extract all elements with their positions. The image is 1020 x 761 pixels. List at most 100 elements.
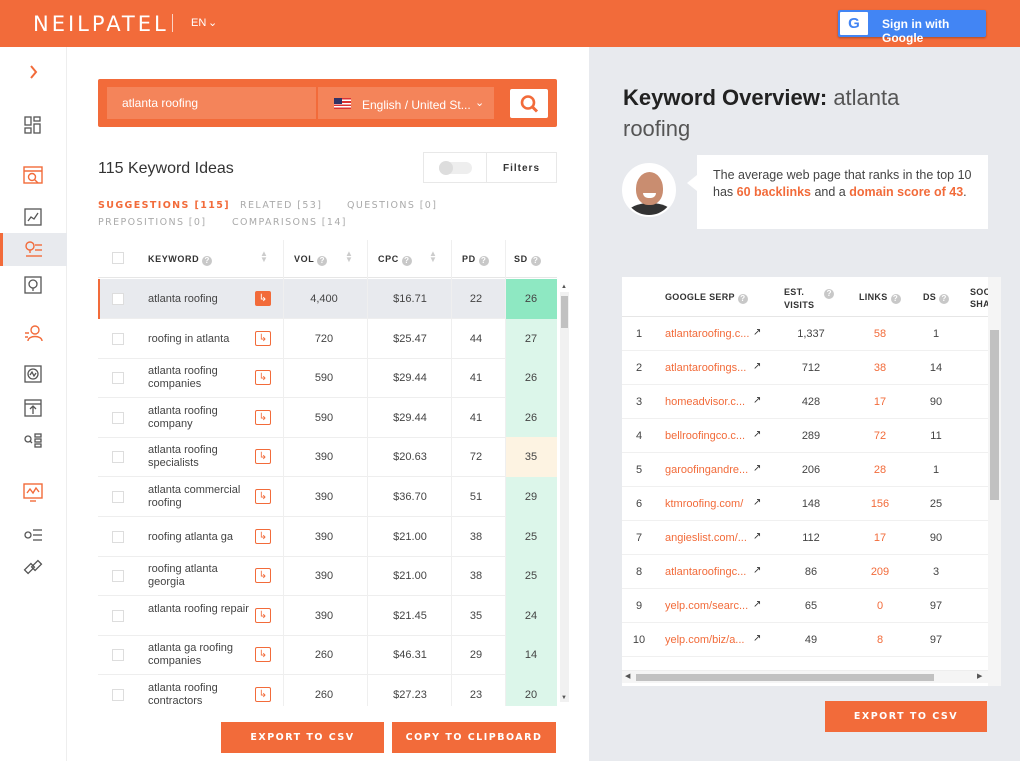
expand-chevron-icon[interactable]: [22, 61, 44, 83]
table-row[interactable]: atlanta roofing company ↳ 590 $29.44 41 26: [98, 397, 557, 438]
arrow-right-icon[interactable]: ↳: [255, 409, 271, 425]
chevron-down-icon[interactable]: ⌄: [208, 16, 217, 29]
row-checkbox[interactable]: [112, 411, 124, 424]
help-icon[interactable]: ?: [401, 256, 412, 266]
serp-url-link[interactable]: atlantaroofing.c...: [665, 328, 753, 340]
serp-links[interactable]: 8: [858, 634, 902, 646]
column-vol[interactable]: VOL?: [294, 254, 328, 266]
serp-url-link[interactable]: garoofingandre...: [665, 464, 753, 476]
keyword-cell[interactable]: atlanta roofing specialists: [148, 444, 253, 470]
serp-links[interactable]: 209: [858, 566, 902, 578]
rank-tracker-icon[interactable]: [22, 397, 44, 419]
chart-monitor-icon[interactable]: [22, 481, 44, 503]
keyword-cell[interactable]: atlanta roofing company: [148, 405, 253, 431]
row-checkbox[interactable]: [112, 293, 124, 305]
row-checkbox[interactable]: [112, 451, 124, 464]
locale-dropdown[interactable]: English / United St... ⌄: [318, 87, 494, 119]
tab-suggestions[interactable]: SUGGESTIONS [115]: [98, 200, 230, 211]
arrow-right-icon[interactable]: ↳: [255, 489, 271, 504]
search-button[interactable]: [510, 89, 548, 118]
serp-links[interactable]: 38: [858, 362, 902, 374]
serp-links[interactable]: 156: [858, 498, 902, 510]
external-link-icon[interactable]: ↗: [753, 531, 761, 542]
link-icon[interactable]: [22, 556, 44, 578]
serp-links[interactable]: 72: [858, 430, 902, 442]
seo-analyzer-icon[interactable]: [22, 363, 44, 385]
column-links[interactable]: LINKS?: [859, 292, 901, 304]
arrow-right-icon[interactable]: ↳: [255, 370, 271, 386]
scroll-right-arrow-icon[interactable]: ▶: [977, 672, 982, 680]
external-link-icon[interactable]: ↗: [753, 633, 761, 644]
arrow-right-icon[interactable]: ↳: [255, 687, 271, 702]
serp-links[interactable]: 17: [858, 396, 902, 408]
external-link-icon[interactable]: ↗: [753, 327, 761, 338]
column-sd[interactable]: SD?: [514, 254, 541, 266]
external-link-icon[interactable]: ↗: [753, 361, 761, 372]
external-link-icon[interactable]: ↗: [753, 429, 761, 440]
keyword-cell[interactable]: atlanta roofing repair: [148, 603, 253, 616]
traffic-analyzer-icon[interactable]: [22, 206, 44, 228]
help-icon[interactable]: ?: [317, 256, 328, 266]
keyword-cell[interactable]: roofing atlanta ga: [148, 531, 253, 544]
table-row[interactable]: atlanta roofing companies ↳ 590 $29.44 41 26: [98, 358, 557, 399]
serp-links[interactable]: 17: [858, 532, 902, 544]
column-social-shares[interactable]: SOC SHA: [970, 286, 988, 310]
tab-prepositions[interactable]: PREPOSITIONS [0]: [98, 217, 206, 228]
table-row[interactable]: atlanta roofing contractors ↳ 260 $27.23 23 2…: [98, 675, 557, 706]
serp-url-link[interactable]: homeadvisor.c...: [665, 396, 753, 408]
row-checkbox[interactable]: [112, 491, 124, 503]
help-icon[interactable]: ?: [202, 256, 213, 266]
arrow-right-icon[interactable]: ↳: [255, 528, 271, 544]
arrow-right-icon[interactable]: ↳: [255, 647, 271, 663]
copy-clipboard-button[interactable]: COPY TO CLIPBOARD: [392, 722, 556, 753]
keyword-cell[interactable]: atlanta roofing contractors: [148, 682, 253, 706]
table-row[interactable]: atlanta roofing specialists ↳ 390 $20.63 72 3…: [98, 437, 557, 478]
serp-url-link[interactable]: yelp.com/biz/a...: [665, 634, 753, 646]
scrollbar-thumb[interactable]: [990, 330, 999, 500]
arrow-right-icon[interactable]: ↳: [255, 330, 271, 346]
table-row[interactable]: atlanta ga roofing companies ↳ 260 $46.31 29…: [98, 635, 557, 676]
table-row[interactable]: roofing atlanta georgia ↳ 390 $21.00 38 25: [98, 556, 557, 597]
help-icon[interactable]: ?: [824, 289, 835, 299]
keyword-search-input[interactable]: [107, 87, 316, 119]
keyword-cell[interactable]: roofing in atlanta: [148, 333, 253, 346]
row-checkbox[interactable]: [112, 609, 124, 622]
neilpatel-logo[interactable]: NEILPATEL: [33, 12, 169, 36]
scroll-down-arrow-icon[interactable]: ▼: [561, 695, 567, 701]
keyword-ideas-icon[interactable]: [22, 239, 44, 261]
keyword-table-scrollbar[interactable]: ▲ ▼: [560, 284, 569, 702]
row-checkbox[interactable]: [112, 332, 124, 345]
help-icon[interactable]: ?: [478, 256, 489, 266]
external-link-icon[interactable]: ↗: [753, 497, 761, 508]
dashboard-icon[interactable]: [22, 114, 44, 136]
table-row[interactable]: roofing in atlanta ↳ 720 $25.47 44 27: [98, 318, 557, 359]
external-link-icon[interactable]: ↗: [753, 463, 761, 474]
keyword-list-icon[interactable]: [22, 430, 44, 452]
table-row[interactable]: atlanta roofing ↳ 4,400 $16.71 22 26: [98, 279, 557, 319]
row-checkbox[interactable]: [112, 570, 124, 583]
help-icon[interactable]: ?: [890, 294, 901, 304]
serp-url-link[interactable]: angieslist.com/...: [665, 532, 753, 544]
site-audit-icon[interactable]: [22, 164, 44, 186]
serp-url-link[interactable]: atlantaroofings...: [665, 362, 753, 374]
export-csv-button[interactable]: EXPORT TO CSV: [221, 722, 384, 753]
sort-icon[interactable]: ▲ ▼: [260, 250, 269, 264]
column-google-serp[interactable]: GOOGLE SERP?: [665, 292, 748, 304]
help-icon[interactable]: ?: [939, 294, 950, 304]
help-icon[interactable]: ?: [530, 256, 541, 266]
row-checkbox[interactable]: [112, 530, 124, 543]
filters-button[interactable]: Filters: [503, 163, 540, 174]
keyword-cell[interactable]: atlanta commercial roofing: [148, 484, 253, 510]
column-ds[interactable]: DS?: [923, 292, 950, 304]
arrow-right-icon[interactable]: ↳: [255, 291, 271, 306]
keyword-cell[interactable]: atlanta roofing: [148, 293, 253, 306]
serp-url-link[interactable]: atlantaroofingc...: [665, 566, 753, 578]
tab-comparisons[interactable]: COMPARISONS [14]: [232, 217, 347, 228]
scroll-up-arrow-icon[interactable]: ▲: [561, 284, 567, 290]
select-all-checkbox[interactable]: [112, 252, 124, 264]
table-row[interactable]: roofing atlanta ga ↳ 390 $21.00 38 25: [98, 516, 557, 557]
serp-url-link[interactable]: bellroofingco.c...: [665, 430, 753, 442]
column-pd[interactable]: PD?: [462, 254, 489, 266]
filter-toggle[interactable]: [439, 161, 472, 175]
column-cpc[interactable]: CPC?: [378, 254, 412, 266]
